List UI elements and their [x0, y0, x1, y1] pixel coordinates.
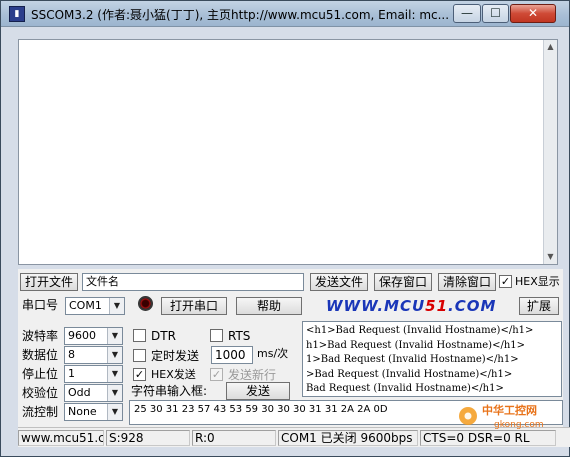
send-file-button[interactable]: 发送文件	[310, 273, 368, 291]
status-port: COM1 已关闭 9600bps 8	[278, 430, 418, 446]
control-panel: 打开文件 文件名 发送文件 保存窗口 清除窗口 ✓ HEX显示 串口号 COM1…	[18, 269, 563, 427]
status-sent-count: S:928	[106, 430, 190, 446]
dtr-checkbox[interactable]	[133, 329, 146, 342]
interval-unit: ms/次	[257, 347, 289, 360]
window-title: SSCOM3.2 (作者:聂小猛(丁丁), 主页http://www.mcu51…	[31, 8, 450, 22]
stop-bits-value: 1	[68, 367, 75, 380]
hex-send-checkbox[interactable]: ✓	[133, 368, 146, 381]
port-select[interactable]: COM1 ▼	[65, 297, 125, 315]
send-newline-checkbox[interactable]: ✓	[210, 368, 223, 381]
help-button[interactable]: 帮助	[236, 297, 302, 315]
chevron-down-icon[interactable]: ▼	[107, 385, 122, 401]
port-status-led-icon	[138, 296, 153, 311]
response-line: h1>Bad Request (Invalid Hostname)</h1>	[306, 339, 526, 351]
status-website[interactable]: www.mcu51.cor	[18, 430, 104, 446]
close-button[interactable]: ✕	[510, 4, 556, 23]
chevron-down-icon[interactable]: ▼	[107, 366, 122, 382]
baud-select[interactable]: 9600 ▼	[64, 327, 123, 345]
send-input[interactable]: 25 30 31 23 57 43 53 59 30 30 30 31 31 2…	[129, 400, 563, 425]
open-port-button[interactable]: 打开串口	[161, 297, 227, 315]
chevron-down-icon[interactable]: ▼	[107, 328, 122, 344]
status-lines: CTS=0 DSR=0 RL	[420, 430, 556, 446]
stop-bits-select[interactable]: 1 ▼	[64, 365, 123, 383]
chevron-down-icon[interactable]: ▼	[109, 298, 124, 314]
status-received-count: R:0	[192, 430, 276, 446]
receive-text-area[interactable]: ▲ ▼	[18, 39, 558, 265]
clear-window-button[interactable]: 清除窗口	[438, 273, 496, 291]
scroll-up-icon[interactable]: ▲	[544, 40, 557, 54]
parity-select[interactable]: Odd ▼	[64, 384, 123, 402]
flow-control-label: 流控制	[22, 405, 59, 419]
brand-text-1: WWW.MCU	[326, 297, 426, 315]
status-bar: www.mcu51.cor S:928 R:0 COM1 已关闭 9600bps…	[18, 427, 570, 447]
brand-logo[interactable]: WWW.MCU51.COM	[326, 297, 496, 315]
sscom-window: ▮ SSCOM3.2 (作者:聂小猛(丁丁), 主页http://www.mcu…	[0, 0, 570, 457]
response-line: Bad Request (Invalid Hostname)</h1>	[306, 383, 504, 395]
scroll-down-icon[interactable]: ▼	[544, 250, 557, 264]
hex-display-checkbox[interactable]: ✓	[499, 275, 512, 288]
response-line: 1>Bad Request (Invalid Hostname)</h1>	[306, 354, 519, 366]
interval-input[interactable]: 1000	[211, 346, 253, 364]
port-value: COM1	[69, 299, 102, 312]
flow-control-select[interactable]: None ▼	[64, 403, 123, 421]
baud-value: 9600	[68, 329, 96, 342]
title-bar[interactable]: ▮ SSCOM3.2 (作者:聂小猛(丁丁), 主页http://www.mcu…	[1, 1, 569, 27]
maximize-button[interactable]: ☐	[482, 4, 509, 23]
minimize-button[interactable]: —	[453, 4, 481, 23]
filename-field[interactable]: 文件名	[82, 273, 304, 291]
send-button[interactable]: 发送	[226, 382, 290, 400]
timed-send-checkbox[interactable]	[133, 349, 146, 362]
expand-button[interactable]: 扩展	[519, 297, 559, 315]
response-text-area[interactable]: <h1>Bad Request (Invalid Hostname)</h1> …	[302, 321, 562, 397]
brand-text-3: .COM	[448, 297, 497, 315]
baud-label: 波特率	[22, 329, 59, 343]
char-input-label: 字符串输入框:	[131, 384, 208, 398]
parity-label: 校验位	[22, 386, 59, 400]
rts-label: RTS	[228, 329, 251, 343]
port-label: 串口号	[22, 298, 59, 312]
receive-scrollbar[interactable]: ▲ ▼	[543, 40, 557, 264]
save-window-button[interactable]: 保存窗口	[374, 273, 432, 291]
data-bits-value: 8	[68, 348, 75, 361]
response-line: >Bad Request (Invalid Hostname)</h1>	[306, 368, 513, 380]
stop-bits-label: 停止位	[22, 367, 59, 381]
data-bits-label: 数据位	[22, 348, 59, 362]
flow-control-value: None	[68, 405, 97, 418]
parity-value: Odd	[68, 386, 91, 399]
response-line: <h1>Bad Request (Invalid Hostname)</h1>	[306, 325, 534, 336]
chevron-down-icon[interactable]: ▼	[107, 404, 122, 420]
rts-checkbox[interactable]	[210, 329, 223, 342]
chevron-down-icon[interactable]: ▼	[107, 347, 122, 363]
brand-text-2: 51	[425, 297, 449, 315]
data-bits-select[interactable]: 8 ▼	[64, 346, 123, 364]
timed-send-label: 定时发送	[151, 349, 200, 363]
chart-icon: ▮	[9, 6, 25, 22]
dtr-label: DTR	[151, 329, 176, 343]
open-file-button[interactable]: 打开文件	[20, 273, 78, 291]
hex-display-label: HEX显示	[515, 275, 560, 288]
